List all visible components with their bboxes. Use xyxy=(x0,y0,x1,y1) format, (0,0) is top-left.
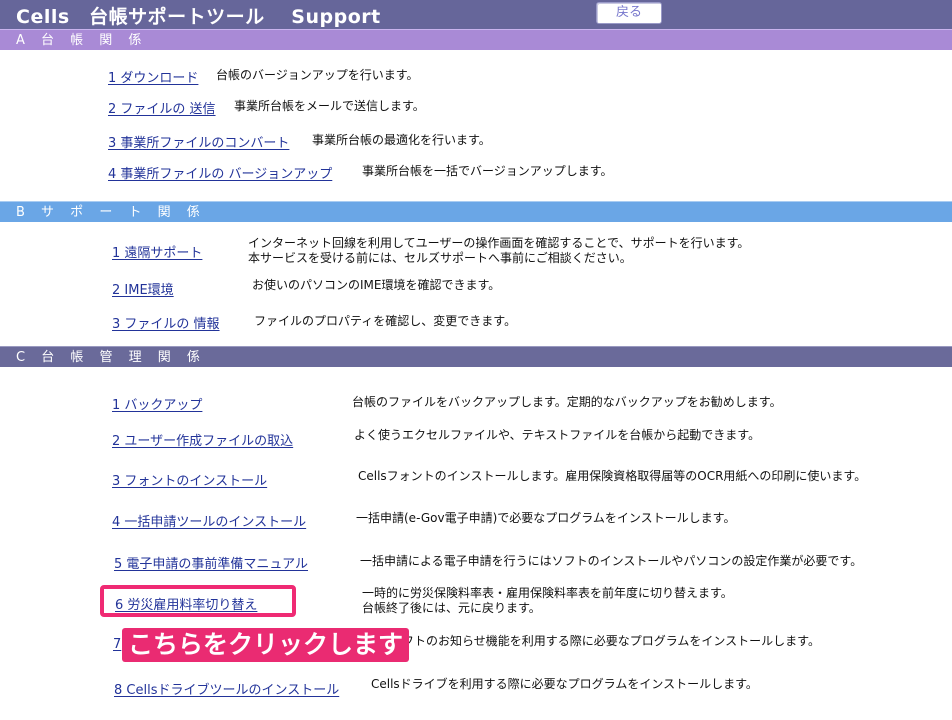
download-desc: 台帳のバージョンアップを行います。 xyxy=(216,68,419,82)
notification-tool-link[interactable]: 7 xyxy=(113,637,121,652)
send-file-desc: 事業所台帳をメールで送信します。 xyxy=(234,99,425,113)
e-application-manual-link[interactable]: 5 電子申請の事前準備マニュアル xyxy=(114,553,308,572)
convert-file-desc: 事業所台帳の最適化を行います。 xyxy=(312,133,491,147)
bulk-tool-install-desc: 一括申請(e-Gov電子申請)で必要なプログラムをインストールします。 xyxy=(356,511,736,525)
notification-tool-desc: ルズソフトのお知らせ機能を利用する際に必要なプログラムをインストールします。 xyxy=(366,634,820,648)
ime-env-link[interactable]: 2 IME環境 xyxy=(112,279,174,298)
font-install-desc: Cellsフォントのインストールします。雇用保険資格取得届等のOCR用紙への印刷… xyxy=(358,469,867,483)
file-info-desc: ファイルのプロパティを確認し、変更できます。 xyxy=(254,314,517,328)
section-a-header: A 台 帳 関 係 xyxy=(0,29,952,50)
version-up-desc: 事業所台帳を一括でバージョンアップします。 xyxy=(362,164,613,178)
rate-switch-desc-line1: 一時的に労災保険料率表・雇用保険料率表を前年度に切り替えます。 xyxy=(362,586,733,600)
section-c-header: C 台 帳 管 理 関 係 xyxy=(0,346,952,367)
app-header: Cells 台帳サポートツール Support 戻る xyxy=(0,0,952,29)
font-install-link[interactable]: 3 フォントのインストール xyxy=(112,470,267,489)
import-user-file-desc: よく使うエクセルファイルや、テキストファイルを台帳から起動できます。 xyxy=(354,428,761,442)
callout-label: こちらをクリックします xyxy=(122,628,410,662)
back-button[interactable]: 戻る xyxy=(596,2,662,24)
remote-support-link[interactable]: 1 遠隔サポート xyxy=(112,242,202,261)
rate-switch-link[interactable]: 6 労災雇用料率切り替え xyxy=(115,594,257,613)
download-link[interactable]: 1 ダウンロード xyxy=(108,67,198,86)
bulk-tool-install-link[interactable]: 4 一括申請ツールのインストール xyxy=(112,511,306,530)
file-info-link[interactable]: 3 ファイルの 情報 xyxy=(112,313,220,332)
import-user-file-link[interactable]: 2 ユーザー作成ファイルの取込 xyxy=(112,430,293,449)
remote-support-desc-line1: インターネット回線を利用してユーザーの操作画面を確認することで、サポートを行いま… xyxy=(248,236,750,250)
convert-file-link[interactable]: 3 事業所ファイルのコンバート xyxy=(108,132,289,151)
cells-drive-install-desc: Cellsドライブを利用する際に必要なプログラムをインストールします。 xyxy=(371,677,758,691)
rate-switch-desc-line2: 台帳終了後には、元に戻ります。 xyxy=(362,601,541,615)
backup-desc: 台帳のファイルをバックアップします。定期的なバックアップをお勧めします。 xyxy=(352,395,782,409)
backup-link[interactable]: 1 バックアップ xyxy=(112,394,202,413)
section-b-header: B サ ポ ー ト 関 係 xyxy=(0,201,952,222)
version-up-link[interactable]: 4 事業所ファイルの バージョンアップ xyxy=(108,163,332,182)
remote-support-desc-line2: 本サービスを受ける前には、セルズサポートへ事前にご相談ください。 xyxy=(248,251,632,265)
cells-drive-install-link[interactable]: 8 Cellsドライブツールのインストール xyxy=(114,679,339,698)
app-title: Cells 台帳サポートツール Support xyxy=(16,6,381,28)
ime-env-desc: お使いのパソコンのIME環境を確認できます。 xyxy=(252,278,501,292)
send-file-link[interactable]: 2 ファイルの 送信 xyxy=(108,98,216,117)
e-application-manual-desc: 一括申請による電子申請を行うにはソフトのインストールやパソコンの設定作業が必要で… xyxy=(360,554,863,568)
